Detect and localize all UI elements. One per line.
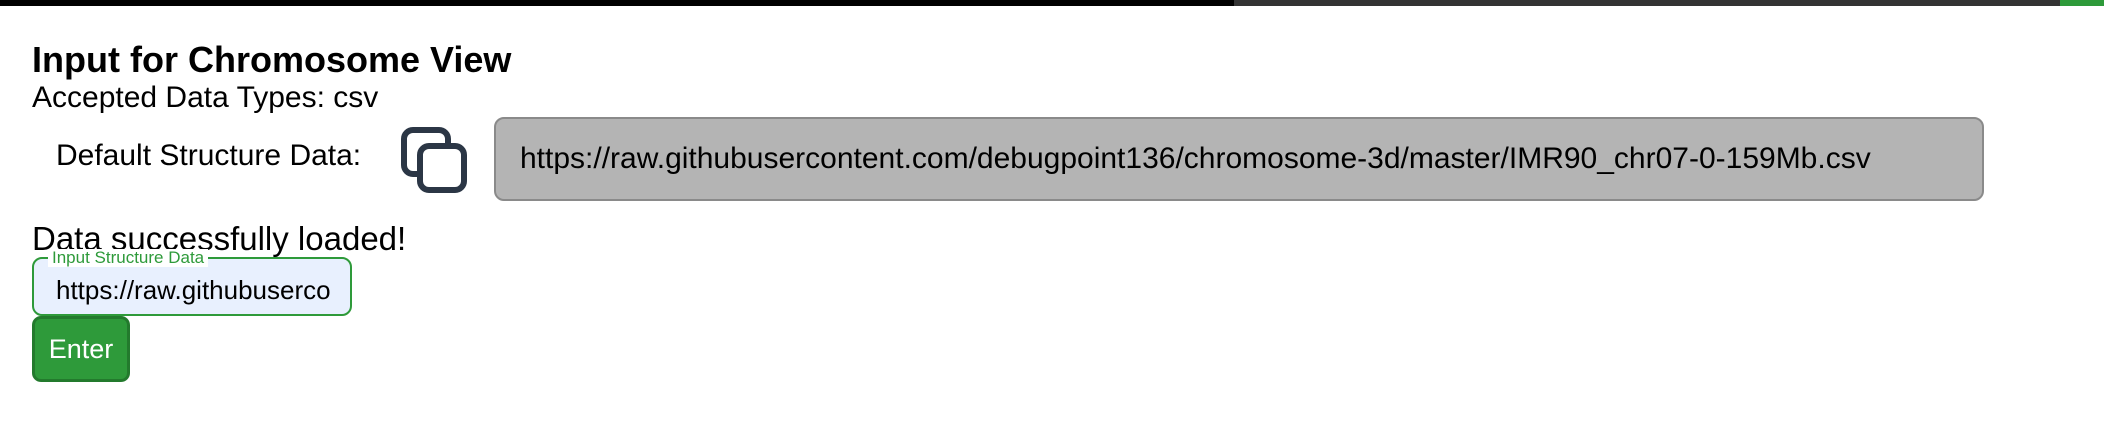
top-bar-segment-dark [0, 0, 1234, 6]
structure-data-input[interactable] [34, 259, 350, 314]
default-structure-label: Default Structure Data: [56, 139, 362, 172]
structure-data-input-group: Input Structure Data [32, 249, 352, 316]
section-title: Input for Chromosome View [32, 39, 512, 80]
top-progress-bar [0, 0, 2104, 6]
top-bar-segment-green [2060, 0, 2104, 6]
copy-icon[interactable] [398, 126, 470, 196]
enter-button[interactable]: Enter [32, 316, 130, 382]
default-structure-url: https://raw.githubusercontent.com/debugp… [494, 117, 1984, 201]
top-bar-segment-gray [1234, 0, 2060, 6]
accepted-data-types: Accepted Data Types: csv [32, 81, 379, 114]
input-legend: Input Structure Data [48, 249, 209, 267]
